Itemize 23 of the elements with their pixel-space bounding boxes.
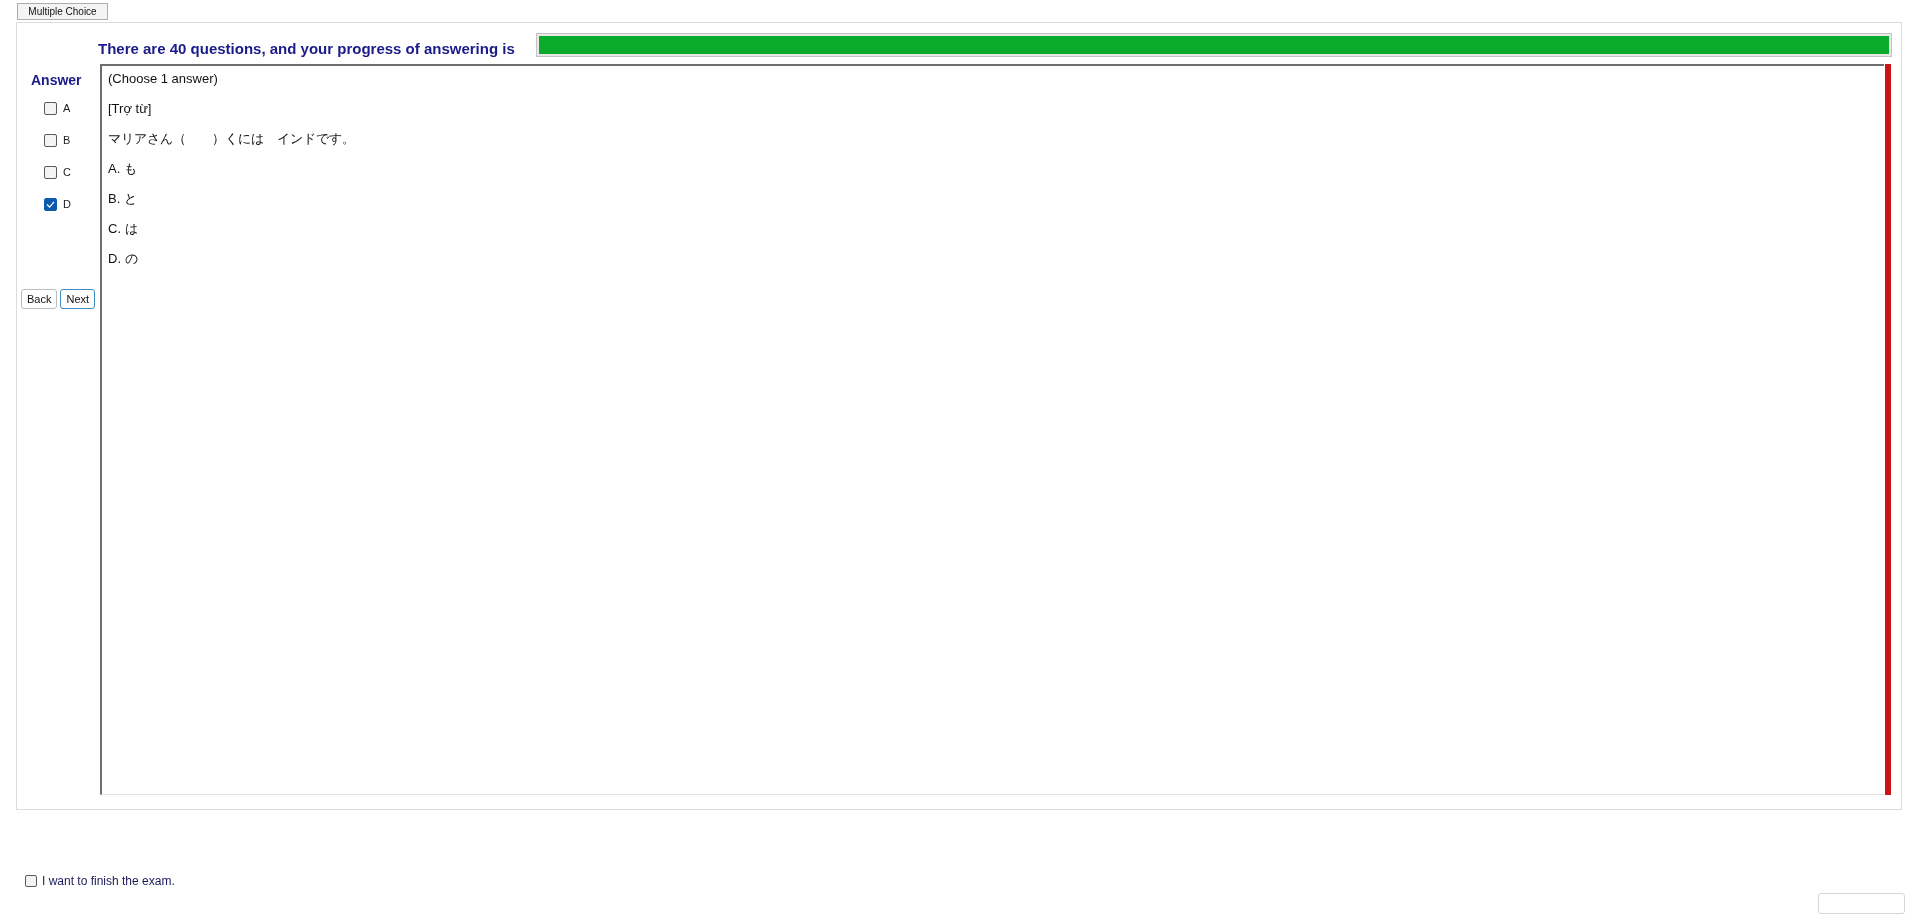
- question-text: B. と: [108, 190, 137, 208]
- finish-label: I want to finish the exam.: [42, 873, 175, 890]
- progress-label: There are 40 questions, and your progress of answering is: [97, 40, 515, 58]
- tab[interactable]: Multiple Choice: [17, 3, 108, 20]
- question-text: A. も: [108, 160, 137, 178]
- next-button[interactable]: Next: [60, 289, 96, 309]
- option-label: D: [63, 196, 71, 212]
- question-text: マリアさん（ ）くには インドです。: [108, 130, 355, 148]
- question-text: D. の: [108, 250, 138, 268]
- checkbox[interactable]: [44, 197, 57, 211]
- option-label: C: [63, 164, 71, 180]
- check-icon: [46, 200, 55, 208]
- question-text: (Choose 1 answer): [108, 70, 218, 88]
- back-button[interactable]: Back: [21, 289, 58, 309]
- question-text: C. は: [108, 220, 138, 238]
- checkbox[interactable]: [44, 101, 57, 115]
- option-label: A: [63, 100, 71, 116]
- option-label: B: [63, 132, 71, 148]
- answer-heading: Answer: [31, 71, 83, 89]
- question-text: [Trợ từ]: [108, 100, 152, 118]
- checkbox[interactable]: [44, 133, 57, 147]
- checkbox[interactable]: [25, 875, 37, 887]
- checkbox[interactable]: [44, 165, 57, 179]
